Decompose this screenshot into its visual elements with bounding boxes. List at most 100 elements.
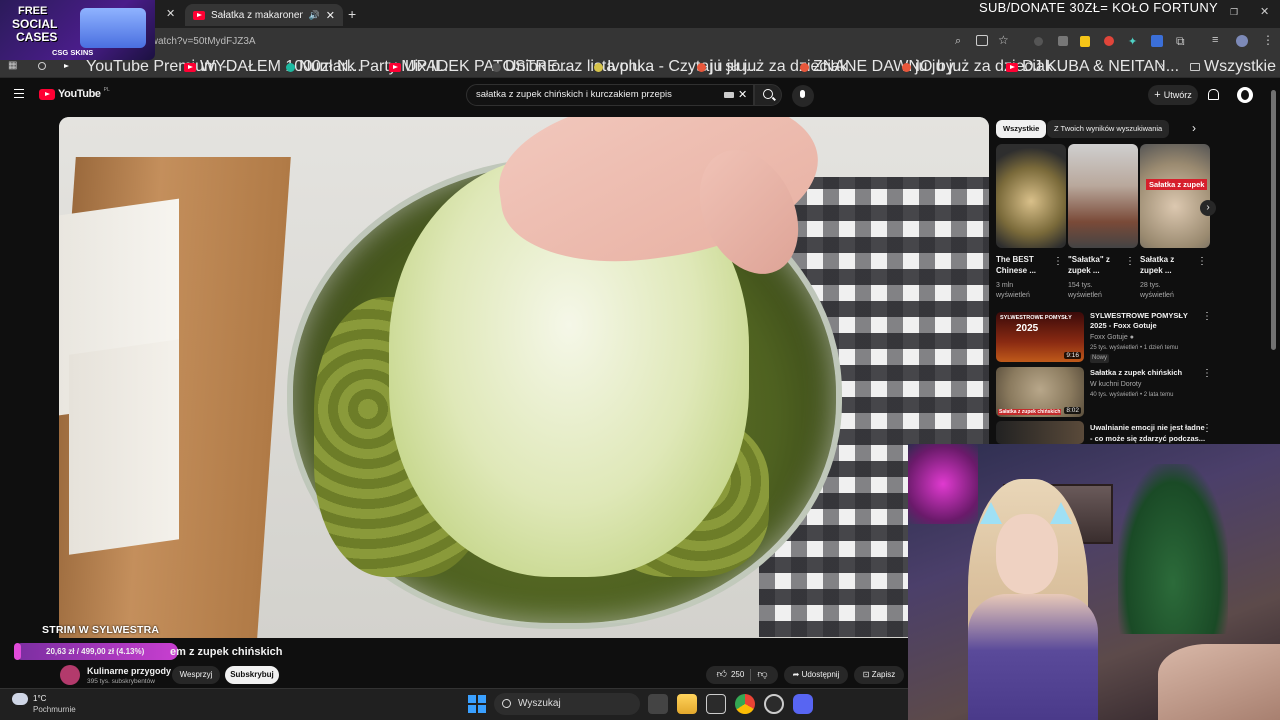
install-icon[interactable] — [976, 35, 988, 46]
hamburger-menu-icon[interactable] — [14, 89, 24, 98]
media-icon[interactable]: ≡ — [1212, 34, 1218, 46]
free-cases-overlay: FREE SOCIAL CASES CSG SKINS — [0, 0, 155, 60]
window-restore-icon[interactable]: ❐ — [1230, 7, 1238, 18]
video-thumb-1[interactable]: SYLWESTROWE POMYSŁY 2025 9:16 — [996, 312, 1084, 362]
support-button[interactable]: Wesprzyj — [172, 666, 220, 684]
subscribe-button[interactable]: Subskrybuj — [225, 666, 279, 684]
neon-light — [908, 444, 978, 524]
streamer-body — [968, 594, 1098, 720]
steam-icon[interactable] — [764, 694, 784, 714]
window-close-icon[interactable]: ✕ — [1260, 5, 1269, 18]
sugar-box — [69, 339, 179, 555]
like-button[interactable]: 👍︎ 250 — [717, 666, 745, 684]
video-menu-icon[interactable]: ⋮ — [1202, 311, 1212, 322]
microphone-icon — [800, 90, 805, 98]
url-field[interactable]: /watch?v=50tMydFJZ3A — [148, 33, 1028, 51]
new-tab-icon[interactable]: + — [348, 6, 356, 22]
video-title-2[interactable]: Sałatka z zupek chińskich — [1090, 368, 1182, 377]
voice-search-button[interactable] — [792, 85, 814, 107]
short-views-2b: wyświetleń — [1068, 292, 1102, 299]
more-bookmarks-icon[interactable]: » — [1158, 60, 1164, 71]
extension-icon-6[interactable] — [1151, 35, 1163, 47]
video-thumb-2[interactable]: Sałatka z zupek chińskich 8:02 — [996, 367, 1084, 417]
weather-desc: Pochmurnie — [33, 705, 76, 714]
close-tab-icon[interactable]: ✕ — [326, 9, 335, 22]
channel-avatar[interactable] — [60, 665, 80, 685]
keyboard-icon[interactable] — [724, 92, 734, 98]
extension-icon-5[interactable]: ✦ — [1128, 35, 1137, 48]
short-title-1[interactable]: The BEST Chinese ... — [996, 254, 1054, 276]
clear-search-icon[interactable]: ✕ — [738, 88, 747, 101]
bookmark-item[interactable]: DJ KUBA & NEITAN... — [1006, 58, 1179, 75]
youtube-logo-text: YouTube — [58, 88, 101, 100]
webcam-overlay — [908, 444, 1280, 720]
video-menu-icon[interactable]: ⋮ — [1202, 423, 1212, 434]
share-button[interactable]: ➦ Udostępnij — [784, 666, 848, 684]
extension-icon-2[interactable] — [1058, 36, 1068, 46]
video-title-3b[interactable]: - co może się zdarzyć podczas... — [1090, 434, 1205, 443]
create-button[interactable]: + Utwórz — [1148, 85, 1198, 105]
profile-icon[interactable] — [1236, 35, 1248, 47]
store-icon[interactable] — [706, 694, 726, 714]
bookmark-dot-icon[interactable] — [38, 62, 46, 70]
tab-active-video[interactable]: Sałatka z makaronem z zup 🔊 ✕ — [185, 4, 343, 26]
all-bookmarks[interactable]: Wszystkie zakładki — [1190, 58, 1280, 75]
search-input[interactable]: sałatka z zupek chińskich i kurczakiem p… — [466, 84, 754, 106]
extension-icon-3[interactable] — [1080, 36, 1090, 47]
video-thumb-3[interactable] — [996, 421, 1084, 444]
puzzle-icon[interactable]: ⧉ — [1176, 34, 1185, 49]
chrome-icon[interactable] — [735, 694, 755, 714]
taskbar-search[interactable]: Wyszukaj — [494, 693, 640, 715]
video-menu-icon[interactable]: ⋮ — [1202, 368, 1212, 379]
dislike-button[interactable]: 👎︎ — [757, 666, 767, 684]
task-view-icon[interactable] — [648, 694, 668, 714]
windows-start-icon[interactable] — [468, 695, 486, 713]
chip-all[interactable]: Wszystkie — [996, 120, 1047, 138]
video-channel-1[interactable]: Foxx Gotuje ● — [1090, 333, 1134, 342]
page-scrollbar[interactable] — [1271, 90, 1276, 350]
shorts-next-icon[interactable]: › — [1200, 200, 1216, 216]
short-thumb-3[interactable]: Sałatka z zupek — [1140, 144, 1210, 248]
discord-icon[interactable] — [793, 694, 813, 714]
short-thumb-2[interactable] — [1068, 144, 1138, 248]
search-button[interactable] — [754, 84, 782, 106]
short-thumb-1[interactable] — [996, 144, 1066, 248]
close-tab-icon-2[interactable]: ✕ — [166, 7, 175, 20]
youtube-favicon-icon — [193, 10, 205, 20]
extension-icon-1[interactable] — [1034, 37, 1043, 46]
weather-cloud-icon[interactable] — [12, 693, 28, 705]
video-title-3a[interactable]: Uwalnianie emocji nie jest ładne — [1090, 423, 1205, 432]
channel-name[interactable]: Kulinarne przygody — [87, 666, 171, 676]
extension-icon-4[interactable] — [1104, 36, 1114, 46]
youtube-icon — [1006, 62, 1018, 72]
speaker-icon[interactable]: 🔊 — [309, 10, 320, 21]
short-views-1b: wyświetleń — [996, 292, 1030, 299]
cases-brand: CSG SKINS — [52, 48, 94, 57]
video-title-1b[interactable]: 2025 - Foxx Gotuje — [1090, 321, 1157, 331]
weather-temp[interactable]: 1°C — [33, 694, 46, 703]
menu-kebab-icon[interactable]: ⋮ — [1262, 33, 1274, 47]
apps-grid-icon[interactable]: ▦ — [8, 60, 17, 71]
short-title-2[interactable]: "Sałatka" z zupek ... — [1068, 254, 1126, 276]
short-menu-icon[interactable]: ⋮ — [1053, 256, 1063, 267]
video-player[interactable] — [59, 117, 989, 638]
short-menu-icon[interactable]: ⋮ — [1197, 256, 1207, 267]
video-title-1a[interactable]: SYLWESTROWE POMYSŁY — [1090, 311, 1188, 321]
video-meta-1: 25 tys. wyświetleń • 1 dzień temu — [1090, 345, 1179, 351]
youtube-logo-icon — [39, 88, 55, 100]
file-explorer-icon[interactable] — [677, 694, 697, 714]
chip-next-icon[interactable]: › — [1192, 121, 1196, 135]
short-menu-icon[interactable]: ⋮ — [1125, 256, 1135, 267]
page-icon — [594, 62, 603, 72]
bookmark-star-icon[interactable]: ☆ — [998, 33, 1009, 47]
donation-goal-text: 20,63 zł / 499,00 zł (4.13%) — [46, 647, 145, 656]
video-channel-2[interactable]: W kuchni Doroty — [1090, 380, 1141, 389]
account-avatar[interactable] — [1237, 87, 1253, 103]
chip-from-results[interactable]: Z Twoich wyników wyszukiwania — [1047, 120, 1170, 138]
zoom-icon[interactable]: ⌕ — [955, 35, 961, 48]
short-title-3[interactable]: Sałatka z zupek ... — [1140, 254, 1198, 276]
youtube-logo[interactable]: YouTube PL — [39, 87, 110, 100]
save-button[interactable]: ⊡ Zapisz — [854, 666, 904, 684]
notifications-bell-icon[interactable] — [1208, 89, 1219, 100]
donation-goal-bar: 20,63 zł / 499,00 zł (4.13%) — [14, 643, 178, 660]
